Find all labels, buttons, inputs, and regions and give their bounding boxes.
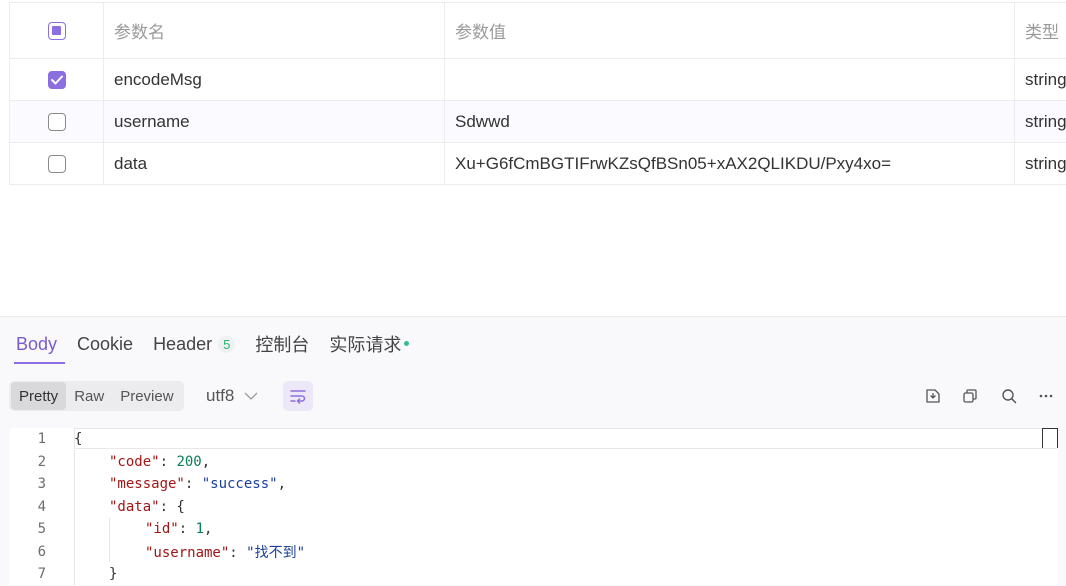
save-icon [926,389,940,403]
response-tabs: Body Cookie Header 5 控制台 实际请求 [13,329,429,364]
param-type[interactable]: string [1015,143,1066,184]
param-row[interactable]: data Xu+G6fCmBGTIFrwKZsQfBSn05+xAX2QLIKD… [10,143,1066,185]
line-number: 7 [37,566,46,583]
line-number: 4 [37,498,46,515]
copy-button[interactable] [960,386,980,406]
select-all-checkbox[interactable] [47,21,66,40]
code-line: 7 } [10,563,1058,585]
param-row[interactable]: username Sdwwd string [10,101,1066,143]
code-text: "id": 1, [145,521,213,538]
select-all-cell [10,3,104,58]
code-line: 3 "message": "success", [10,473,1058,496]
param-row[interactable]: encodeMsg string [10,59,1066,101]
tab-actual-request[interactable]: 实际请求 [329,329,410,359]
param-checkbox[interactable] [47,70,66,89]
params-header-row: 参数名 参数值 类型 [10,3,1066,59]
row-check-cell [10,101,104,142]
search-icon [1002,389,1017,404]
tab-label: 控制台 [255,335,310,355]
param-value[interactable]: Xu+G6fCmBGTIFrwKZsQfBSn05+xAX2QLIKDU/Pxy… [445,143,1015,184]
params-table: 参数名 参数值 类型 encodeMsg string username Sdw… [9,2,1066,185]
tab-label: Header [153,333,213,354]
param-type[interactable]: string [1015,101,1066,142]
more-icon [1039,394,1053,398]
response-code-viewer[interactable]: 1 { 2 "code": 200, 3 "message": "success… [10,428,1058,585]
row-check-cell [10,59,104,100]
tab-body[interactable]: Body [13,329,66,364]
tab-label: Body [16,333,58,354]
save-response-button[interactable] [923,386,943,406]
encoding-value: utf8 [206,386,235,405]
line-number: 3 [37,476,46,493]
header-param-type: 类型 [1025,23,1059,42]
code-text: { [74,431,83,448]
code-line: 1 { [10,428,1058,451]
code-line: 6 "username": "找不到" [10,541,1058,564]
view-pretty-button[interactable]: Pretty [11,382,67,410]
tab-header[interactable]: Header 5 [153,329,236,359]
line-number: 5 [37,521,46,538]
status-dot-icon [404,340,410,346]
param-checkbox[interactable] [47,112,66,131]
more-button[interactable] [1036,386,1056,406]
param-type[interactable]: string [1015,59,1066,100]
code-text: } [109,566,118,583]
code-line: 5 "id": 1, [10,518,1058,541]
param-name[interactable]: data [104,143,445,184]
view-raw-button[interactable]: Raw [66,382,112,410]
word-wrap-button[interactable] [283,381,313,411]
tab-label: Cookie [77,333,134,354]
code-text: "username": "找不到" [145,544,306,561]
tab-console[interactable]: 控制台 [255,329,309,359]
param-name[interactable]: encodeMsg [104,59,445,100]
search-button[interactable] [999,386,1019,406]
view-mode-switch: Pretty Raw Preview [9,381,184,411]
code-text: "code": 200, [109,453,211,470]
tab-cookie[interactable]: Cookie [77,329,133,359]
line-number: 2 [37,453,46,470]
encoding-select[interactable]: utf8 [206,386,258,406]
header-count-badge: 5 [218,335,236,353]
check-icon [50,75,63,84]
row-check-cell [10,143,104,184]
wrap-lines-icon [290,390,306,404]
code-line: 4 "data": { [10,496,1058,519]
code-line: 2 "code": 200, [10,451,1058,474]
line-number: 6 [37,543,46,560]
chevron-down-icon [244,392,258,400]
header-param-name: 参数名 [104,3,445,58]
param-name[interactable]: username [104,101,445,142]
param-value[interactable] [445,59,1015,100]
copy-icon [963,389,977,403]
code-text: "data": { [109,498,185,515]
line-number: 1 [37,431,46,448]
view-preview-button[interactable]: Preview [112,382,181,410]
param-checkbox[interactable] [47,154,66,173]
param-value[interactable]: Sdwwd [445,101,1015,142]
tab-label: 实际请求 [329,335,402,355]
code-text: "message": "success", [109,476,287,493]
header-param-value: 参数值 [445,3,1015,58]
